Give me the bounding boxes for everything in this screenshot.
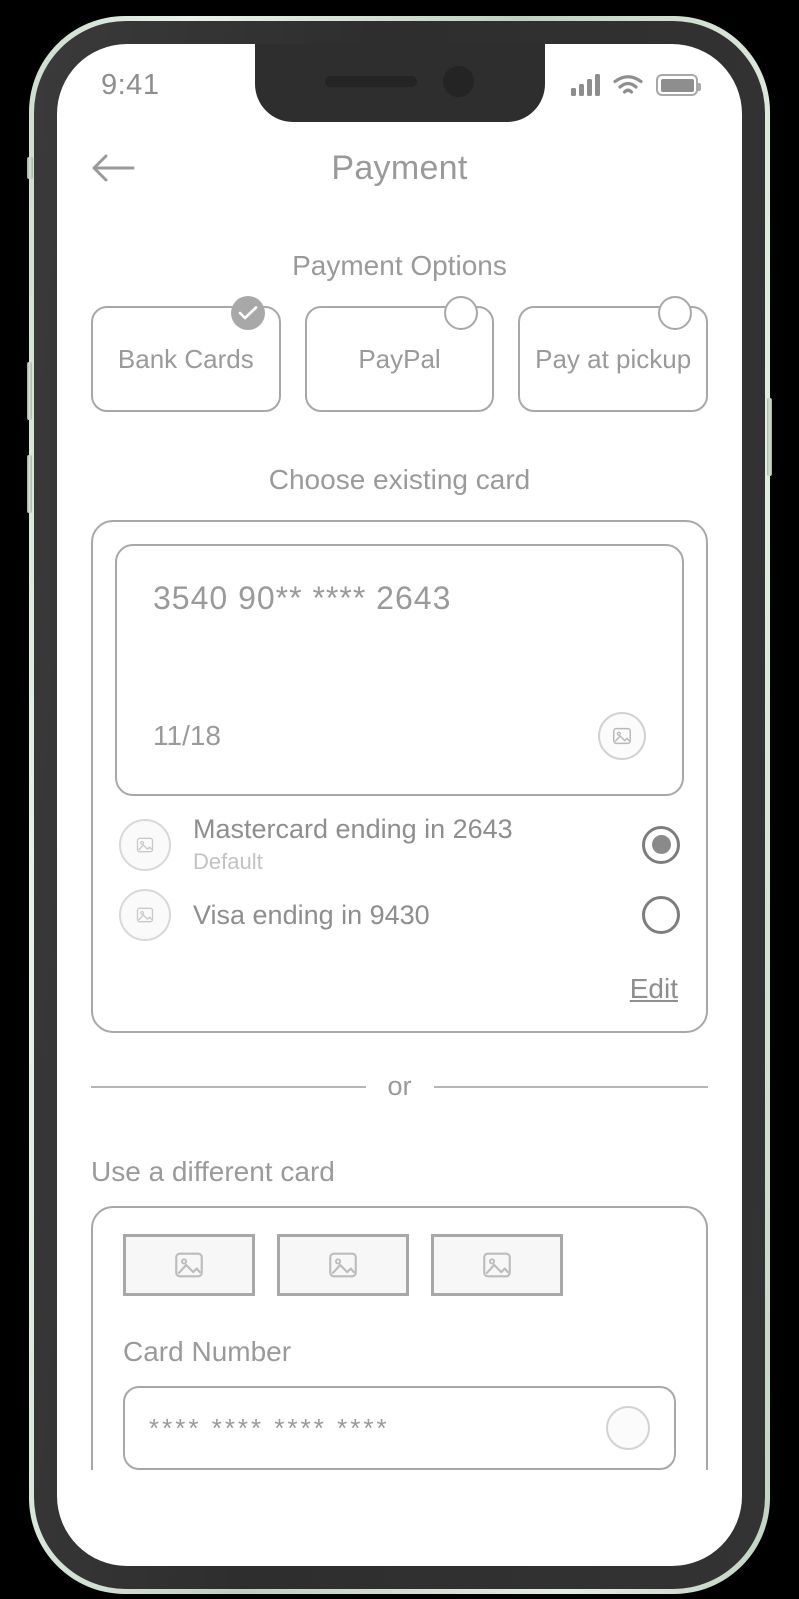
phone-screen: 9:41 Payment Payment Options Bank Cards … <box>57 44 742 1566</box>
card-number-value: **** **** **** **** <box>149 1412 390 1443</box>
saved-card-radio-unselected[interactable] <box>642 896 680 934</box>
saved-card-row[interactable]: Mastercard ending in 2643 Default <box>115 796 684 881</box>
card-number-input[interactable]: **** **** **** **** <box>123 1386 676 1470</box>
payment-option-label: Bank Cards <box>117 343 254 374</box>
device-notch <box>254 44 545 122</box>
page-title: Payment <box>331 148 468 187</box>
volume-up-button[interactable] <box>27 362 32 420</box>
payment-option-label: PayPal <box>358 343 441 374</box>
card-preview-number: 3540 90** **** 2643 <box>153 580 452 616</box>
wifi-icon <box>613 74 643 94</box>
front-camera-icon <box>443 65 474 97</box>
divider-label: or <box>387 1071 412 1101</box>
edit-link-wrap: Edit <box>115 947 684 1009</box>
card-preview[interactable]: 3540 90** **** 2643 11/18 <box>115 544 684 796</box>
radio-dot-icon <box>651 835 671 854</box>
power-button[interactable] <box>767 398 772 476</box>
card-type-badge-icon <box>606 1406 650 1450</box>
check-icon <box>230 296 265 330</box>
speaker-grille-icon <box>325 75 417 87</box>
image-placeholder-icon <box>598 712 646 760</box>
payment-option-label: Pay at pickup <box>535 343 692 374</box>
new-card-heading: Use a different card <box>91 1156 335 1187</box>
card-brand-tile[interactable] <box>123 1234 255 1296</box>
card-number-label: Card Number <box>123 1336 292 1367</box>
back-arrow-icon[interactable] <box>89 151 137 185</box>
card-preview-footer: 11/18 <box>153 712 646 760</box>
volume-down-button[interactable] <box>27 455 32 513</box>
image-placeholder-icon <box>119 889 171 941</box>
existing-card-heading: Choose existing card <box>268 464 531 495</box>
nav-bar: Payment <box>57 122 742 214</box>
status-icons <box>571 74 701 97</box>
radio-circle-icon <box>444 296 479 330</box>
payment-option-paypal[interactable]: PayPal <box>304 296 495 412</box>
payment-option-bank-cards[interactable]: Bank Cards <box>91 296 281 412</box>
page-content: Payment Payment Options Bank Cards PayPa… <box>57 44 742 1566</box>
saved-card-radio-selected[interactable] <box>642 825 680 864</box>
card-brand-tile[interactable] <box>431 1234 563 1296</box>
saved-card-texts: Visa ending in 9430 <box>193 900 642 931</box>
payment-options-heading: Payment Options <box>292 250 507 281</box>
signal-bars-icon <box>571 74 600 96</box>
existing-card-panel: 3540 90** **** 2643 11/18 Mastercard end… <box>91 520 708 1033</box>
saved-card-subtitle: Default <box>193 849 263 874</box>
radio-circle-icon <box>658 296 693 330</box>
battery-icon <box>656 74 701 96</box>
new-card-panel: Card Number **** **** **** **** <box>91 1206 708 1470</box>
mute-switch-button[interactable] <box>27 157 33 179</box>
image-placeholder-icon <box>119 818 171 871</box>
card-brand-row <box>123 1234 676 1296</box>
card-brand-tile[interactable] <box>277 1234 409 1296</box>
saved-card-texts: Mastercard ending in 2643 Default <box>193 814 642 875</box>
saved-card-title: Visa ending in 9430 <box>193 899 430 930</box>
saved-card-row[interactable]: Visa ending in 9430 <box>115 881 684 947</box>
payment-option-pay-at-pickup[interactable]: Pay at pickup <box>518 296 709 412</box>
divider-line-left <box>91 1085 366 1088</box>
divider-line-right <box>433 1085 709 1088</box>
payment-options-row: Bank Cards PayPal Pay at pickup <box>57 296 742 412</box>
edit-link[interactable]: Edit <box>630 973 678 1004</box>
status-time: 9:41 <box>101 68 160 101</box>
or-divider: or <box>91 1071 709 1102</box>
saved-card-title: Mastercard ending in 2643 <box>193 814 513 844</box>
card-preview-expiry: 11/18 <box>153 720 221 751</box>
